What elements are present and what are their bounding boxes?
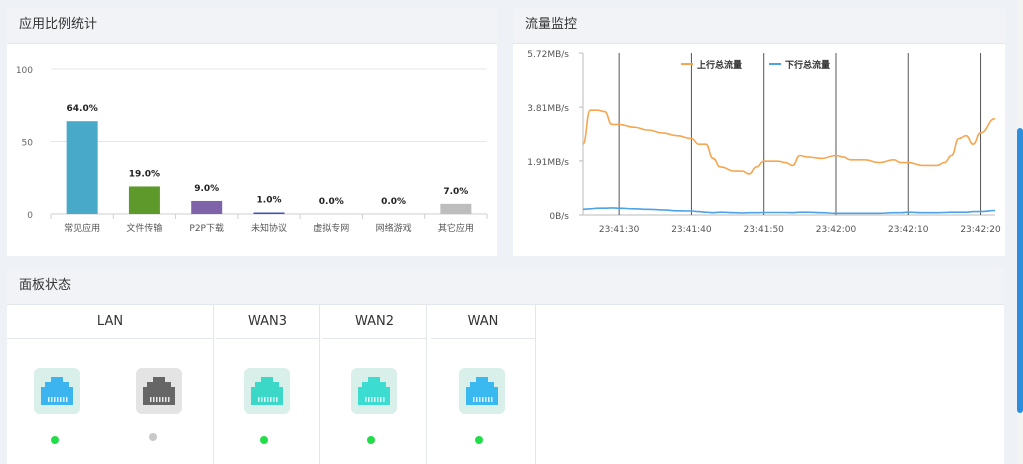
traffic-line-chart: 0B/s 1.91MB/s 3.81MB/s 5.72MB/s 23:41:30 23:4… (527, 50, 1001, 235)
bar-y-tick: 100 (16, 66, 33, 76)
port-status-dot-online (260, 436, 268, 444)
page-scrollbar-thumb[interactable] (1017, 128, 1023, 413)
panel-status-card: 面板状态 LAN WAN3 WAN2 WAN (7, 268, 1004, 464)
line-x-tick: 23:42:10 (888, 225, 929, 235)
bar-value-label: 19.0% (129, 169, 160, 179)
bar-category-label: 未知协议 (251, 222, 287, 234)
bar-value-label: 0.0% (381, 197, 406, 207)
bar-category-label: 文件传输 (126, 222, 162, 234)
ethernet-port-icon[interactable] (244, 368, 290, 414)
app-stats-title: 应用比例统计 (7, 7, 497, 44)
line-y-tick: 1.91MB/s (527, 158, 569, 168)
line-y-tick: 3.81MB/s (527, 104, 569, 114)
line-x-tick: 23:42:00 (816, 225, 857, 235)
bar-value-label: 9.0% (194, 184, 219, 194)
panel-status-title: 面板状态 (7, 268, 1004, 305)
app-bar-chart: 100 50 0 64.0% 常见应用 19.0% 文件传输 9.0% P2P下载 1.0% 未知协… (16, 66, 488, 234)
series-up-line (582, 109, 996, 175)
port-group-title: WAN (431, 304, 535, 339)
bar-category-label: P2P下载 (189, 222, 224, 234)
port-status-dot-online (475, 436, 483, 444)
bar-value-label: 1.0% (257, 196, 282, 206)
bar-y-tick: 50 (22, 139, 34, 149)
bar-category-label: 网络游戏 (376, 222, 412, 234)
bar-1 (128, 186, 160, 214)
legend-down-label: 下行总流量 (785, 59, 830, 71)
ethernet-port-icon[interactable] (459, 368, 505, 414)
line-y-tick: 0B/s (549, 212, 569, 222)
ethernet-port-icon[interactable] (136, 368, 182, 414)
traffic-monitor-title: 流量监控 (513, 7, 1005, 44)
bar-3 (253, 212, 285, 214)
line-y-tick: 5.72MB/s (527, 50, 569, 60)
port-status-dot-offline (149, 433, 157, 441)
port-status-dot-online (51, 436, 59, 444)
bar-category-label: 虚拟专网 (313, 222, 349, 234)
page-scrollbar-track[interactable] (1017, 0, 1023, 464)
line-x-tick: 23:41:50 (743, 225, 784, 235)
port-group-title: WAN3 (216, 304, 319, 339)
bar-category-label: 常见应用 (64, 222, 100, 234)
ethernet-port-icon[interactable] (34, 368, 80, 414)
bar-y-tick: 0 (27, 211, 33, 221)
bar-value-label: 0.0% (319, 197, 344, 207)
bar-6 (440, 203, 472, 214)
line-x-tick: 23:41:40 (671, 225, 712, 235)
app-stats-card: 应用比例统计 100 50 0 64.0% 常见应用 19.0% 文件传输 9.0% P2P下载… (7, 7, 497, 256)
series-down-line (582, 207, 996, 215)
bar-category-label: 其它应用 (438, 222, 474, 234)
bar-0 (66, 121, 98, 214)
line-x-tick: 23:42:20 (960, 225, 1001, 235)
legend-up-label: 上行总流量 (697, 59, 742, 71)
port-group-title: LAN (7, 304, 213, 339)
line-x-tick: 23:41:30 (599, 225, 640, 235)
ethernet-port-icon[interactable] (351, 368, 397, 414)
bar-value-label: 64.0% (67, 104, 98, 114)
bar-2 (191, 200, 223, 214)
port-status-dot-online (367, 436, 375, 444)
port-group-title: WAN2 (323, 304, 426, 339)
bar-value-label: 7.0% (443, 187, 468, 197)
traffic-monitor-card: 流量监控 0B/s 1.91MB/s 3.81MB/s 5.72MB/s 23:41:3… (513, 7, 1005, 256)
